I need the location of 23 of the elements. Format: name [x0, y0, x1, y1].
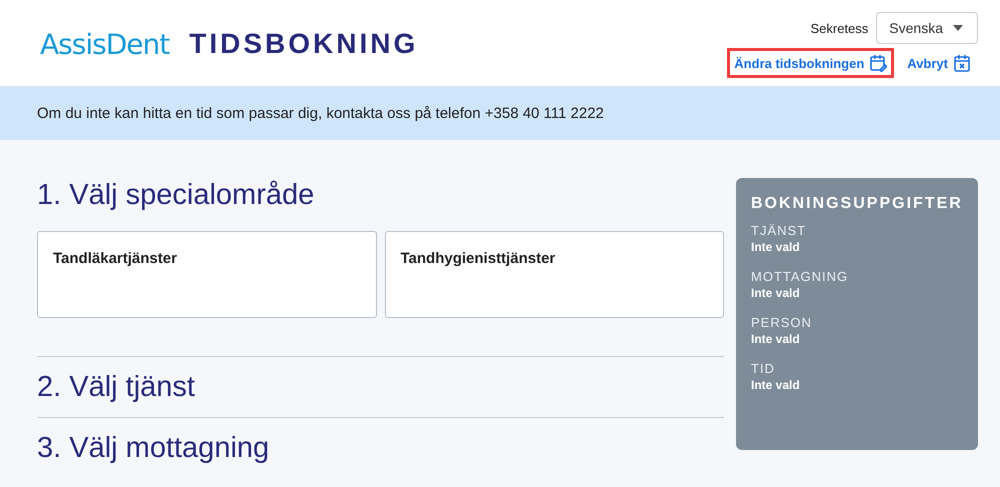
cancel-link[interactable]: Avbryt — [900, 48, 978, 78]
summary-value: Inte vald — [751, 378, 801, 392]
edit-booking-link[interactable]: Ändra tidsbokningen — [727, 48, 894, 78]
caret-icon — [953, 25, 963, 31]
step-heading[interactable]: 3. Välj mottagning — [37, 431, 724, 465]
option-card[interactable]: Tandhygienisttjänster — [384, 231, 724, 318]
summary-label: PERSON — [751, 315, 813, 330]
calendar-x-icon — [953, 54, 971, 72]
page-title: TIDSBOKNING — [189, 28, 418, 60]
summary-value: Inte vald — [751, 286, 801, 300]
info-text: Om du inte kan hitta en tid som passar dig, kontakta oss på telefon +358 40 111 2222 — [37, 105, 604, 122]
summary-label: TID — [751, 361, 776, 376]
step-heading[interactable]: 1. Välj specialområde — [37, 178, 724, 212]
summary-title: BOKNINGSUPPGIFTER — [751, 195, 963, 213]
summary-label: MOTTAGNING — [751, 269, 850, 284]
option-card[interactable]: Tandläkartjänster — [37, 231, 376, 318]
privacy-link[interactable]: Sekretess — [810, 20, 868, 36]
summary-value: Inte vald — [751, 332, 801, 346]
summary-label: TJÄNST — [751, 223, 808, 238]
summary-value: Inte vald — [751, 240, 801, 254]
step-heading[interactable]: 2. Välj tjänst — [37, 370, 724, 404]
language-select[interactable]: Svenska — [876, 12, 978, 44]
calendar-edit-icon — [869, 54, 888, 72]
